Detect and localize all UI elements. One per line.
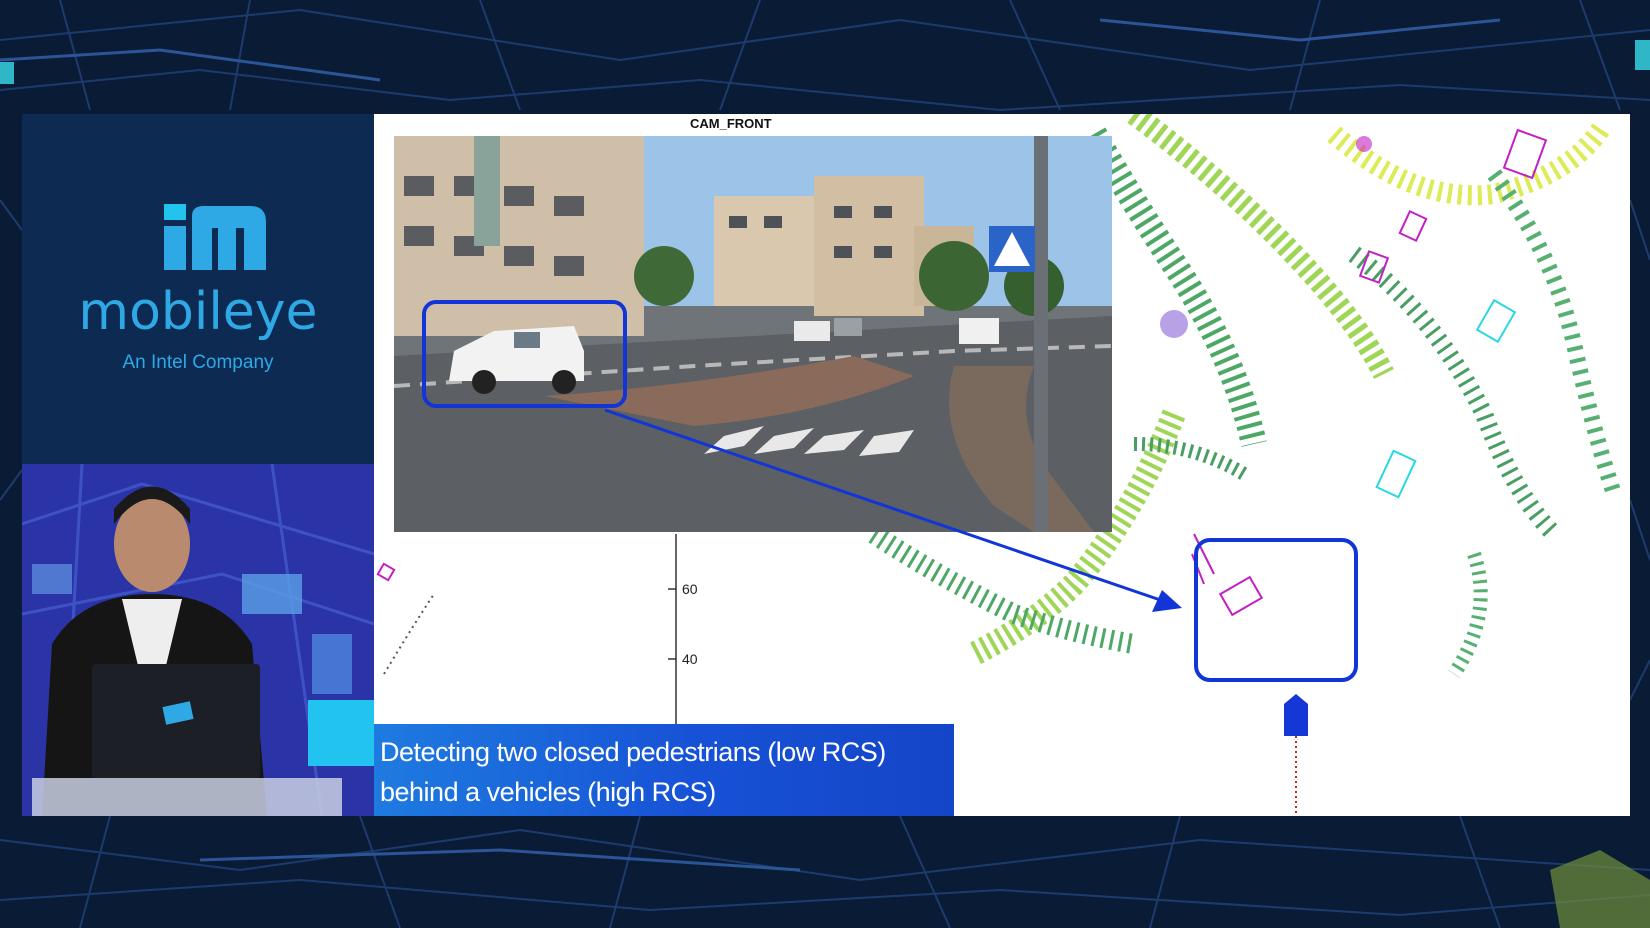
vehicle-highlight-box xyxy=(422,300,627,408)
accent-block xyxy=(308,700,374,766)
slide-caption: Detecting two closed pedestrians (low RC… xyxy=(380,737,886,807)
pedestrian-highlight-box xyxy=(1194,538,1358,682)
highlight-arrow xyxy=(604,408,1173,606)
